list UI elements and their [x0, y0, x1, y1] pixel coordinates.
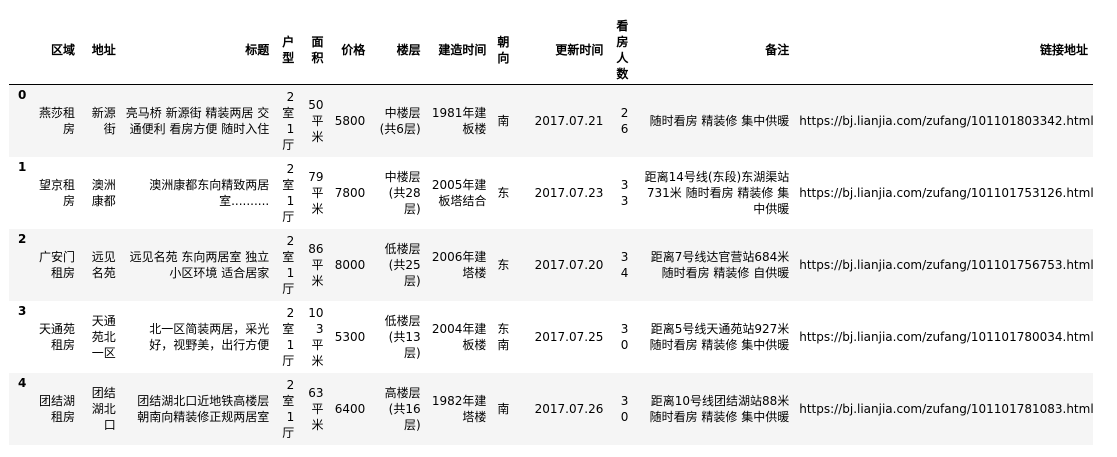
column-header-notes: 备注 [633, 16, 795, 85]
cell-area: 86平米 [308, 241, 324, 288]
cell-viewers: 34 [620, 249, 629, 280]
cell-layout: 2室1厅 [282, 161, 295, 224]
cell-notes: 距离14号线(东段)东湖渠站731米 随时看房 精装修 集中供暖 [644, 169, 790, 216]
cell-notes: 距离5号线天通苑站927米 随时看房 精装修 集中供暖 [649, 321, 790, 352]
column-header-district: 区域 [31, 16, 80, 85]
notebook-output-area: 区域 地址 标题 户型 面积 价格 楼层 建造时间 朝向 更新时间 看房人数 备… [0, 0, 1117, 457]
cell-floor: 中楼层(共6层) [379, 105, 421, 136]
cell-layout: 2室1厅 [282, 377, 295, 440]
cell-area: 79平米 [308, 169, 324, 216]
cell-floor: 低楼层(共25层) [384, 241, 421, 288]
cell-layout: 2室1厅 [282, 305, 295, 368]
cell-viewers: 30 [620, 321, 629, 352]
cell-area: 103平米 [308, 305, 324, 368]
cell-updated: 2017.07.21 [534, 113, 604, 128]
cell-built: 1981年建板楼 [431, 105, 487, 136]
cell-area: 50平米 [308, 97, 324, 144]
cell-updated: 2017.07.25 [534, 329, 604, 344]
table-row: 4 团结湖租房 团结湖北口 团结湖北口近地铁高楼层朝南向精装修正规两居室 2室1… [9, 372, 1094, 445]
cell-district: 团结湖租房 [38, 393, 75, 424]
cell-updated: 2017.07.20 [534, 257, 604, 272]
cell-updated: 2017.07.23 [534, 185, 604, 200]
cell-address: 远见名苑 [91, 249, 116, 280]
cell-district: 天通苑租房 [38, 321, 75, 352]
cell-address: 团结湖北口 [91, 385, 116, 432]
cell-layout: 2室1厅 [282, 89, 295, 152]
cell-link: https://bj.lianjia.com/zufang/1011017810… [799, 401, 1094, 416]
column-header-updated: 更新时间 [514, 16, 609, 85]
cell-title: 亮马桥 新源街 精装两居 交通便利 看房方便 随时入住 [125, 105, 270, 136]
row-index: 2 [18, 231, 27, 246]
cell-viewers: 26 [620, 105, 629, 136]
cell-link: https://bj.lianjia.com/zufang/1011017531… [799, 185, 1094, 200]
row-index: 0 [18, 88, 27, 102]
cell-district: 广安门租房 [38, 249, 75, 280]
cell-address: 澳洲康都 [91, 177, 116, 208]
row-index: 3 [18, 303, 27, 318]
cell-notes: 距离10号线团结湖站88米 随时看房 精装修 集中供暖 [649, 393, 790, 424]
cell-price: 5300 [334, 329, 366, 344]
column-header-layout: 户型 [274, 16, 300, 85]
cell-link: https://bj.lianjia.com/zufang/1011017800… [799, 329, 1094, 344]
column-header-index [9, 16, 32, 85]
cell-floor: 低楼层(共13层) [384, 313, 421, 360]
column-header-floor: 楼层 [370, 16, 426, 85]
cell-floor: 高楼层(共16层) [384, 385, 421, 432]
cell-notes: 距离7号线达官营站684米 随时看房 精装修 自供暖 [650, 249, 790, 280]
cell-link: https://bj.lianjia.com/zufang/1011018033… [799, 113, 1094, 128]
row-index: 4 [18, 375, 27, 390]
cell-district: 望京租房 [38, 177, 75, 208]
table-row: 3 天通苑租房 天通苑北一区 北一区简装两居，采光好，视野美，出行方便 2室1厅… [9, 300, 1094, 373]
table-header: 区域 地址 标题 户型 面积 价格 楼层 建造时间 朝向 更新时间 看房人数 备… [9, 16, 1093, 85]
column-header-link: 链接地址 [794, 16, 1093, 85]
cell-price: 7800 [334, 185, 366, 200]
cell-title: 团结湖北口近地铁高楼层朝南向精装修正规两居室 [137, 393, 270, 424]
cell-notes: 随时看房 精装修 集中供暖 [649, 113, 790, 128]
cell-address: 新源街 [91, 105, 116, 136]
cell-layout: 2室1厅 [282, 233, 295, 296]
cell-price: 5800 [334, 113, 366, 128]
cell-built: 2004年建板楼 [431, 321, 487, 352]
table-row: 0 燕莎租房 新源街 亮马桥 新源街 精装两居 交通便利 看房方便 随时入住 2… [9, 84, 1094, 157]
cell-title: 远见名苑 东向两居室 独立小区环境 适合居家 [129, 249, 270, 280]
cell-orientation: 东南 [497, 321, 510, 352]
cell-price: 8000 [334, 257, 366, 272]
cell-area: 63平米 [308, 385, 324, 432]
column-header-title: 标题 [120, 16, 275, 85]
cell-price: 6400 [334, 401, 366, 416]
cell-built: 2006年建塔楼 [431, 249, 487, 280]
dataframe-table: 区域 地址 标题 户型 面积 价格 楼层 建造时间 朝向 更新时间 看房人数 备… [9, 16, 1094, 445]
cell-address: 天通苑北一区 [91, 313, 116, 360]
table-row: 2 广安门租房 远见名苑 远见名苑 东向两居室 独立小区环境 适合居家 2室1厅… [9, 228, 1094, 301]
cell-viewers: 30 [620, 393, 629, 424]
cell-built: 1982年建塔楼 [431, 393, 487, 424]
cell-built: 2005年建板塔结合 [431, 177, 487, 208]
column-header-area: 面积 [299, 16, 329, 85]
cell-title: 澳洲康都东向精致两居室.......... [149, 177, 270, 208]
cell-floor: 中楼层(共28层) [384, 169, 421, 216]
table-row: 1 望京租房 澳洲康都 澳洲康都东向精致两居室.......... 2室1厅 7… [9, 156, 1094, 229]
cell-link: https://bj.lianjia.com/zufang/1011017567… [799, 257, 1094, 272]
cell-orientation: 南 [497, 401, 510, 416]
column-header-price: 价格 [328, 16, 371, 85]
cell-viewers: 33 [620, 177, 629, 208]
header-row: 区域 地址 标题 户型 面积 价格 楼层 建造时间 朝向 更新时间 看房人数 备… [9, 16, 1093, 85]
column-header-built: 建造时间 [425, 16, 492, 85]
table-body: 0 燕莎租房 新源街 亮马桥 新源街 精装两居 交通便利 看房方便 随时入住 2… [9, 84, 1094, 445]
cell-orientation: 东 [497, 185, 510, 200]
column-header-viewers: 看房人数 [608, 16, 634, 85]
cell-district: 燕莎租房 [38, 105, 75, 136]
column-header-address: 地址 [80, 16, 121, 85]
column-header-orientation: 朝向 [491, 16, 515, 85]
cell-orientation: 南 [497, 113, 510, 128]
cell-updated: 2017.07.26 [534, 401, 604, 416]
row-index: 1 [18, 159, 27, 174]
cell-orientation: 东 [497, 257, 510, 272]
cell-title: 北一区简装两居，采光好，视野美，出行方便 [149, 321, 270, 352]
